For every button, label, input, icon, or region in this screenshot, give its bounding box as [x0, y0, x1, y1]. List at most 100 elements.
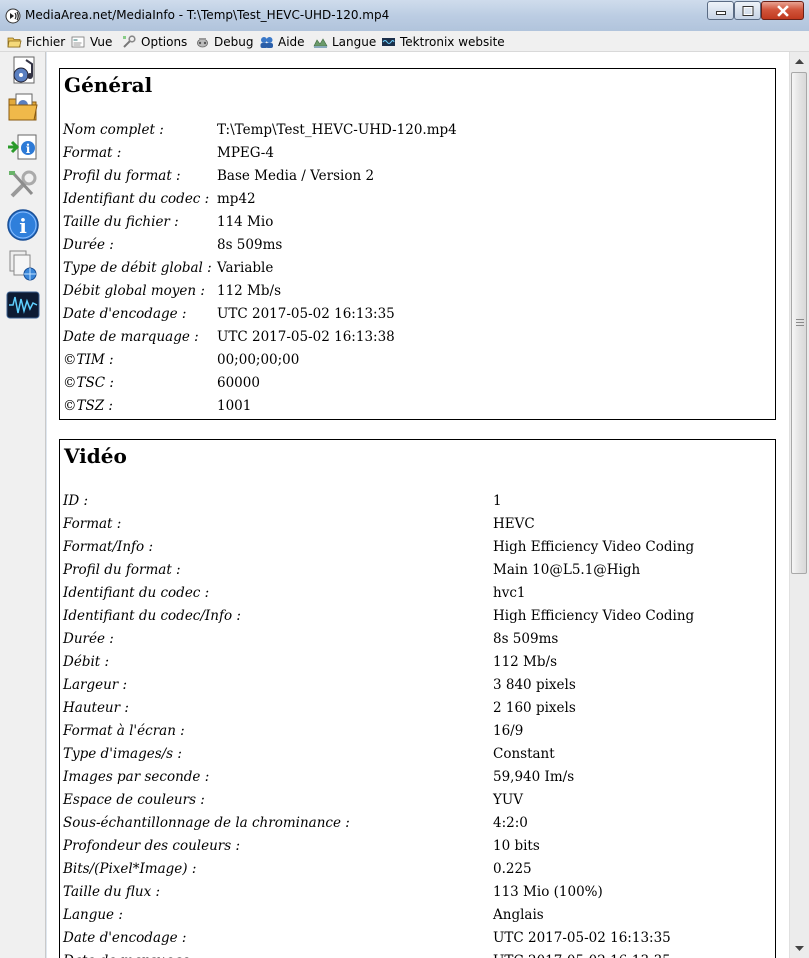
- info-row: Format : HEVC: [60, 516, 775, 539]
- options-icon: [123, 34, 136, 48]
- field-value: Base Media / Version 2: [217, 168, 375, 184]
- about-button[interactable]: i: [6, 208, 40, 242]
- field-value: UTC 2017-05-02 16:13:38: [217, 329, 395, 345]
- section-title: Vidéo: [64, 444, 127, 468]
- field-label: Type d'images/s :: [63, 746, 182, 762]
- field-value: 2 160 pixels: [493, 700, 576, 716]
- menu-langue[interactable]: Langue: [313, 33, 376, 50]
- field-label: Débit :: [63, 654, 110, 670]
- info-row: Date d'encodage : UTC 2017-05-02 16:13:35: [60, 930, 775, 953]
- menu-label: Tektronix website: [400, 34, 505, 49]
- field-label: Identifiant du codec :: [63, 585, 210, 601]
- info-row: Profondeur des couleurs : 10 bits: [60, 838, 775, 861]
- view-icon: [71, 36, 85, 47]
- info-row: Profil du format : Base Media / Version 2: [60, 168, 775, 191]
- maximize-button[interactable]: [734, 1, 761, 20]
- field-value: High Efficiency Video Coding: [493, 539, 695, 555]
- folder-icon: [7, 37, 22, 47]
- export-info-button[interactable]: i: [6, 130, 40, 164]
- close-button[interactable]: [761, 1, 804, 20]
- title-bar[interactable]: MediaArea.net/MediaInfo - T:\Temp\Test_H…: [0, 0, 809, 31]
- info-row: ©TIM : 00;00;00;00: [60, 352, 775, 375]
- field-label: Taille du fichier :: [63, 214, 179, 230]
- scroll-down-arrow-icon[interactable]: [790, 940, 809, 957]
- field-label: Date de marquage :: [63, 953, 199, 958]
- field-label: Identifiant du codec/Info :: [63, 608, 241, 624]
- help-icon: [260, 36, 273, 48]
- waveform-button[interactable]: [6, 288, 40, 322]
- field-label: Date de marquage :: [63, 329, 199, 345]
- field-label: Format à l'écran :: [63, 723, 185, 739]
- field-label: Profil du format :: [63, 562, 181, 578]
- field-value: T:\Temp\Test_HEVC-UHD-120.mp4: [217, 122, 457, 138]
- minimize-button[interactable]: [707, 1, 734, 20]
- video-section: Vidéo ID : 1 Format : HEVC Format/Info : High…: [59, 439, 776, 958]
- field-value: 10 bits: [493, 838, 540, 854]
- menu-label: Fichier: [26, 34, 66, 49]
- field-label: ©TIM :: [63, 352, 114, 368]
- open-file-button[interactable]: [6, 54, 40, 88]
- media-info-content: Général Nom complet : T:\Temp\Test_HEVC-U…: [47, 52, 789, 958]
- general-section: Général Nom complet : T:\Temp\Test_HEVC-U…: [59, 68, 776, 420]
- minimize-icon: [715, 10, 726, 15]
- field-value: 112 Mb/s: [217, 283, 281, 299]
- field-value: YUV: [493, 792, 524, 808]
- menu-label: Debug: [214, 34, 254, 49]
- info-row: Format/Info : High Efficiency Video Codin…: [60, 539, 775, 562]
- waveform-icon: [6, 291, 40, 319]
- field-value: UTC 2017-05-02 16:13:35: [493, 953, 671, 958]
- field-label: Format/Info :: [63, 539, 154, 555]
- menu-options[interactable]: Options: [122, 33, 187, 50]
- close-icon: [776, 5, 789, 16]
- mediainfo-app-icon: [5, 8, 21, 24]
- field-label: Profil du format :: [63, 168, 181, 184]
- menu-aide[interactable]: Aide: [259, 33, 305, 50]
- maximize-icon: [742, 5, 753, 16]
- open-file-icon: [13, 56, 35, 84]
- menu-vue[interactable]: Vue: [71, 33, 112, 50]
- menu-bar: Fichier Vue Options Debug Aide Langue Te…: [0, 31, 809, 52]
- vertical-scrollbar[interactable]: [789, 52, 809, 958]
- scrollbar-thumb[interactable]: [791, 72, 807, 574]
- info-row: Type de débit global : Variable: [60, 260, 775, 283]
- open-folder-button[interactable]: [6, 90, 40, 124]
- language-icon: [313, 37, 328, 48]
- field-value: 3 840 pixels: [493, 677, 576, 693]
- menu-fichier[interactable]: Fichier: [7, 33, 65, 50]
- website-button[interactable]: [6, 248, 40, 282]
- info-row: ID : 1: [60, 493, 775, 516]
- field-label: Identifiant du codec :: [63, 191, 210, 207]
- info-row: Taille du fichier : 114 Mio: [60, 214, 775, 237]
- info-row: Date de marquage : UTC 2017-05-02 16:13:3…: [60, 329, 775, 352]
- menu-debug[interactable]: Debug: [195, 33, 253, 50]
- field-label: Durée :: [63, 631, 114, 647]
- field-value: mp42: [217, 191, 256, 207]
- field-value: 113 Mio (100%): [493, 884, 603, 900]
- info-row: Format à l'écran : 16/9: [60, 723, 775, 746]
- field-label: Sous-échantillonnage de la chrominance :: [63, 815, 350, 831]
- info-row: Débit : 112 Mb/s: [60, 654, 775, 677]
- info-row: Type d'images/s : Constant: [60, 746, 775, 769]
- field-value: 112 Mb/s: [493, 654, 557, 670]
- scroll-up-arrow-icon[interactable]: [790, 53, 809, 70]
- field-label: Durée :: [63, 237, 114, 253]
- info-row: Profil du format : Main 10@L5.1@High: [60, 562, 775, 585]
- section-title: Général: [64, 73, 153, 97]
- field-label: ©TSZ :: [63, 398, 113, 414]
- field-label: Date d'encodage :: [63, 930, 187, 946]
- window-title: MediaArea.net/MediaInfo - T:\Temp\Test_H…: [25, 8, 390, 22]
- field-value: 60000: [217, 375, 260, 391]
- field-value: 8s 509ms: [493, 631, 559, 647]
- field-value: 4:2:0: [493, 815, 528, 831]
- debug-icon: [197, 37, 208, 47]
- field-value: 114 Mio: [217, 214, 274, 230]
- svg-text:i: i: [26, 142, 31, 156]
- info-row: ©TSZ : 1001: [60, 398, 775, 421]
- info-row: Bits/(Pixel*Image) : 0.225: [60, 861, 775, 884]
- info-row: Durée : 8s 509ms: [60, 631, 775, 654]
- field-label: ©TSC :: [63, 375, 114, 391]
- menu-tektronix-website[interactable]: Tektronix website: [381, 33, 505, 50]
- preferences-button[interactable]: [6, 168, 40, 202]
- field-label: Format :: [63, 516, 122, 532]
- info-row: Hauteur : 2 160 pixels: [60, 700, 775, 723]
